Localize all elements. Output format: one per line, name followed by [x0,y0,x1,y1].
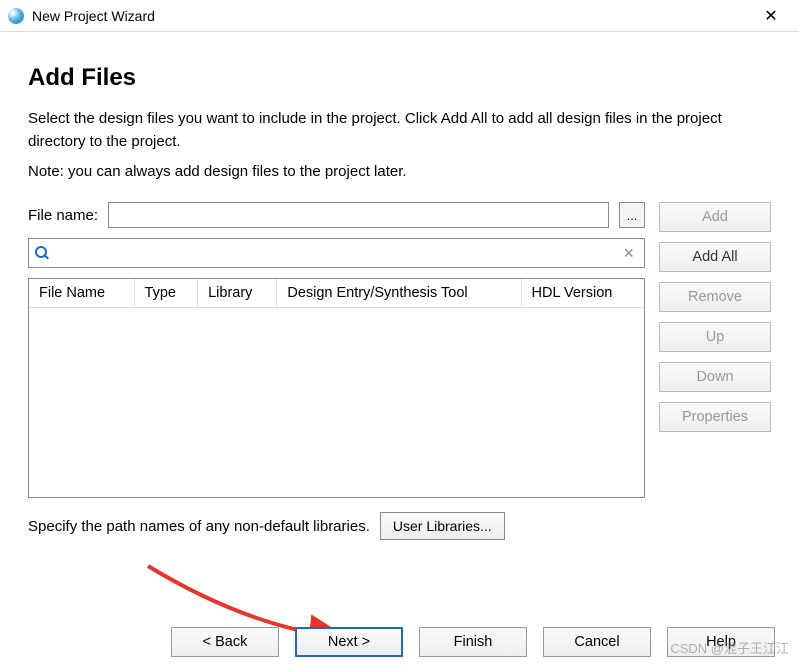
page-note: Note: you can always add design files to… [28,163,771,180]
up-button[interactable]: Up [659,322,771,352]
user-libraries-button[interactable]: User Libraries... [380,512,505,540]
col-type[interactable]: Type [134,279,198,308]
content-area: Add Files Select the design files you wa… [0,32,799,550]
col-library[interactable]: Library [198,279,277,308]
filename-row: File name: ... [28,202,645,228]
finish-button[interactable]: Finish [419,627,527,657]
table-header-row: File Name Type Library Design Entry/Synt… [29,279,644,308]
search-row: × [28,238,645,268]
libraries-row: Specify the path names of any non-defaul… [28,512,645,540]
close-icon[interactable]: ✕ [751,2,791,30]
add-all-button[interactable]: Add All [659,242,771,272]
title-bar: New Project Wizard ✕ [0,0,799,32]
filename-label: File name: [28,207,98,224]
page-description: Select the design files you want to incl… [28,108,771,153]
file-table[interactable]: File Name Type Library Design Entry/Synt… [28,278,645,498]
browse-button[interactable]: ... [619,202,645,228]
wizard-footer: < Back Next > Finish Cancel Help [171,627,775,657]
down-button[interactable]: Down [659,362,771,392]
back-button[interactable]: < Back [171,627,279,657]
col-file-name[interactable]: File Name [29,279,134,308]
next-button[interactable]: Next > [295,627,403,657]
search-input[interactable] [55,239,619,267]
page-heading: Add Files [28,64,771,92]
window-title: New Project Wizard [32,8,751,24]
remove-button[interactable]: Remove [659,282,771,312]
help-button[interactable]: Help [667,627,775,657]
libraries-text: Specify the path names of any non-defaul… [28,518,370,535]
properties-button[interactable]: Properties [659,402,771,432]
col-hdl-version[interactable]: HDL Version [521,279,644,308]
filename-input[interactable] [108,202,609,228]
add-button[interactable]: Add [659,202,771,232]
cancel-button[interactable]: Cancel [543,627,651,657]
app-icon [8,8,24,24]
side-button-column: Add Add All Remove Up Down Properties [659,202,771,540]
search-icon [35,246,49,260]
col-design-tool[interactable]: Design Entry/Synthesis Tool [277,279,521,308]
clear-icon[interactable]: × [619,243,638,264]
